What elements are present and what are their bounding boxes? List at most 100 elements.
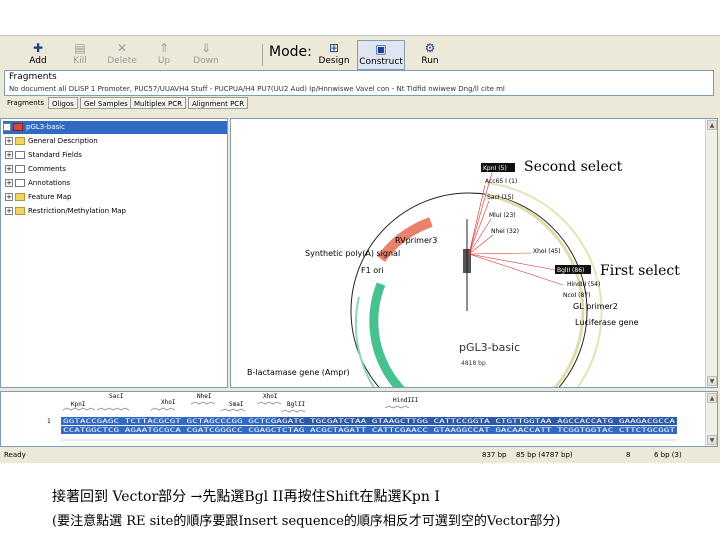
feature-polya: Synthetic poly(A) signal: [305, 249, 400, 258]
ampr-arc: [369, 282, 405, 387]
collapse-icon[interactable]: −: [3, 123, 11, 131]
tree-item-label: Feature Map: [28, 193, 72, 201]
tree-root-label: pGL3-basic: [26, 123, 65, 131]
delete-icon: ✕: [116, 41, 128, 55]
sequence-view[interactable]: SacI XhoI NheI SmaI XhoI BglII HindIII K…: [0, 391, 718, 447]
sequence-strip[interactable]: SacI XhoI NheI SmaI XhoI BglII HindIII K…: [1, 392, 718, 447]
enzyme-label-nhei: NheI: [197, 393, 212, 400]
status-position: 837 bp: [482, 451, 507, 459]
map-scrollbar[interactable]: ▲ ▼: [705, 119, 717, 387]
tab-gel-samples[interactable]: Gel Samples: [80, 97, 132, 109]
down-button[interactable]: ⇓ Down: [186, 40, 226, 70]
expand-icon[interactable]: +: [5, 165, 13, 173]
sequence-scrollbar[interactable]: ▲ ▼: [705, 392, 717, 446]
tree-item-label: Restriction/Methylation Map: [28, 207, 126, 215]
feature-glprimer2: GL primer2: [573, 302, 618, 311]
enzyme-label-hindiii: HindIII: [393, 397, 419, 404]
construct-button[interactable]: ▣ Construct: [357, 40, 405, 70]
enzyme-label-saci: SacI: [109, 393, 124, 400]
site-label-saci: SacI (15): [487, 194, 514, 201]
mode-label: Mode:: [269, 44, 312, 60]
tree-item-standard-fields[interactable]: + Standard Fields: [5, 149, 229, 162]
site-label-xhoi: XhoI (45): [533, 248, 561, 255]
down-label: Down: [193, 56, 219, 66]
tab-oligos[interactable]: Oligos: [48, 97, 78, 109]
kill-icon: ▤: [74, 41, 86, 55]
scroll-down-icon[interactable]: ▼: [707, 376, 717, 386]
second-select-annotation: Second select: [521, 159, 626, 175]
first-select-annotation: First select: [597, 263, 683, 279]
expand-icon[interactable]: +: [5, 137, 13, 145]
construct-label: Construct: [359, 57, 403, 67]
feature-ampr: B-lactamase gene (Ampr): [247, 368, 350, 377]
tree-item-root[interactable]: − pGL3-basic: [3, 121, 227, 134]
sequence-line-number: 1: [47, 418, 51, 425]
kill-button[interactable]: ▤ Kill: [60, 40, 100, 70]
plasmid-size: 4818 bp: [461, 360, 486, 367]
folder-icon: [15, 207, 25, 215]
tab-alignment-pcr[interactable]: Alignment PCR: [188, 97, 249, 109]
design-button[interactable]: ⊞ Design: [314, 40, 354, 70]
sequence-top-strand: GGTACCGAGC TCTTACGCGT GCTAGCCCGG GCTCGAG…: [63, 418, 676, 425]
enzyme-labels: SacI XhoI NheI SmaI XhoI BglII HindIII K…: [71, 393, 419, 408]
status-number: 8: [626, 451, 631, 459]
down-icon: ⇓: [200, 41, 212, 55]
tree-item-label: General Description: [28, 137, 98, 145]
fragments-content: No document all DLISP 1 Promoter, PUC57/…: [9, 85, 505, 93]
up-button[interactable]: ⇑ Up: [144, 40, 184, 70]
delete-button[interactable]: ✕ Delete: [102, 40, 142, 70]
plasmid-backbone: [350, 192, 588, 387]
run-button[interactable]: ⚙ Run: [410, 40, 450, 70]
add-button[interactable]: ✚ Add: [18, 40, 58, 70]
design-icon: ⊞: [328, 41, 340, 55]
run-icon: ⚙: [424, 41, 436, 55]
plasmid-map[interactable]: KpnI (5) Acc65 I (1) SacI (15) MluI (23)…: [231, 119, 707, 387]
plasmid-map-pane[interactable]: KpnI (5) Acc65 I (1) SacI (15) MluI (23)…: [230, 118, 718, 388]
delete-label: Delete: [107, 56, 137, 66]
feature-f1-ori: F1 ori: [361, 266, 384, 275]
construct-icon: ▣: [375, 42, 387, 56]
checkbox-icon: [15, 165, 25, 173]
tree-item-label: Standard Fields: [28, 151, 82, 159]
expand-icon[interactable]: +: [5, 151, 13, 159]
run-label: Run: [421, 56, 439, 66]
expand-icon[interactable]: +: [5, 207, 13, 215]
tree-item-comments[interactable]: + Comments: [5, 163, 229, 176]
up-icon: ⇑: [158, 41, 170, 55]
tab-fragments[interactable]: Fragments: [4, 97, 47, 109]
fragments-title: Fragments: [9, 72, 57, 82]
tree-item-restriction-map[interactable]: + Restriction/Methylation Map: [5, 205, 229, 218]
scroll-up-icon[interactable]: ▲: [707, 120, 717, 130]
status-bar: Ready 837 bp 85 bp (4787 bp) 8 6 bp (3): [0, 448, 720, 462]
document-icon: [15, 179, 25, 187]
add-icon: ✚: [32, 41, 44, 55]
folder-icon: [15, 137, 25, 145]
toolbar-separator: [262, 44, 263, 66]
app-window: ✚ Add ▤ Kill ✕ Delete ⇑ Up ⇓ Down Mode: …: [0, 35, 720, 463]
toolbar: ✚ Add ▤ Kill ✕ Delete ⇑ Up ⇓ Down Mode: …: [4, 38, 718, 70]
tree-item-annotations[interactable]: + Annotations: [5, 177, 229, 190]
plasmid-name: pGL3-basic: [459, 341, 520, 354]
site-label-bglii: BglII (86): [557, 267, 584, 274]
site-label-kpni: KpnI (5): [483, 165, 507, 172]
site-label-ncoi: NcoI (87): [563, 292, 590, 299]
expand-icon[interactable]: +: [5, 193, 13, 201]
scroll-up-icon[interactable]: ▲: [707, 393, 717, 403]
feature-luciferase: Luciferase gene: [575, 318, 639, 327]
tab-multiplex-pcr[interactable]: Multiplex PCR: [130, 97, 187, 109]
caption-line-2: (要注意點選 RE site的順序要跟Insert sequence的順序相反才…: [52, 514, 561, 529]
up-label: Up: [157, 56, 171, 66]
tree-item-general-description[interactable]: + General Description: [5, 135, 229, 148]
document-icon: [15, 151, 25, 159]
status-right: 6 bp (3): [654, 451, 682, 459]
expand-icon[interactable]: +: [5, 179, 13, 187]
add-label: Add: [29, 56, 47, 66]
caption-line-1: 接著回到 Vector部分 →先點選Bgl II再按住Shift在點選Kpn I: [52, 489, 440, 505]
sequence-bottom-strand: CCATGGCTCG AGAATGCGCA CGATCGGGCC CGAGCTC…: [63, 427, 676, 434]
plasmid-icon: [13, 123, 23, 131]
scroll-down-icon[interactable]: ▼: [707, 435, 717, 445]
kill-label: Kill: [73, 56, 87, 66]
tree-item-feature-map[interactable]: + Feature Map: [5, 191, 229, 204]
document-tree: − pGL3-basic + General Description + Standa…: [0, 118, 228, 388]
folder-icon: [15, 193, 25, 201]
